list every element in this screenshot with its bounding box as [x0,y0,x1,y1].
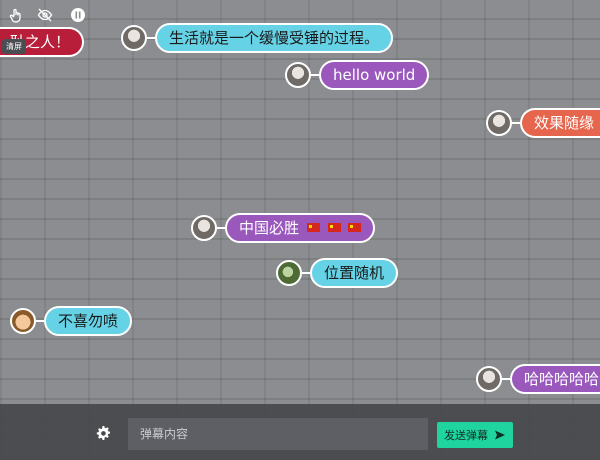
connector [217,227,225,229]
danmaku-bubble: 哈哈哈哈哈 [510,364,600,394]
danmaku-text: 哈哈哈哈哈 [524,370,600,388]
danmaku-item: 中国必胜 [191,213,376,243]
gear-icon[interactable] [95,425,111,441]
connector [512,122,520,124]
danmaku-text: 中国必胜 [239,219,300,237]
clear-screen-tooltip: 清屏 [2,39,26,54]
avatar [476,366,502,392]
danmaku-text: 位置随机 [324,264,385,282]
send-arrow-icon [495,430,505,440]
danmaku-text: hello world [333,66,416,84]
connector [36,320,44,322]
danmaku-input-bar: 发送弹幕 [0,404,600,460]
send-danmaku-button[interactable]: 发送弹幕 [437,422,513,448]
cn-flag-icon [306,223,320,232]
danmaku-bubble: 位置随机 [310,258,399,288]
connector [311,74,319,76]
danmaku-input[interactable] [128,418,428,450]
danmaku-item: 哈哈哈哈哈 [476,364,600,394]
connector [302,272,310,274]
pause-icon[interactable] [70,7,86,23]
avatar [276,260,302,286]
avatar [121,25,147,51]
danmaku-stage: 清屏 耻之人！ 生活就是一个缓慢受锤的过程。 hello world 效果随缘 [0,0,600,404]
avatar [10,308,36,334]
danmaku-bubble: 不喜勿喷 [44,306,133,336]
danmaku-text: 效果随缘 [534,114,595,132]
avatar [285,62,311,88]
avatar [191,215,217,241]
hand-pointer-icon[interactable] [8,7,24,23]
danmaku-text: 不喜勿喷 [58,312,119,330]
danmaku-item: 不喜勿喷 [10,306,133,336]
cn-flag-icon [327,223,341,232]
danmaku-bubble: hello world [319,60,430,90]
avatar [486,110,512,136]
danmaku-text: 生活就是一个缓慢受锤的过程。 [169,29,380,47]
cn-flag-icon [348,223,362,232]
connector [147,37,155,39]
send-label: 发送弹幕 [444,429,488,442]
danmaku-bubble: 生活就是一个缓慢受锤的过程。 [155,23,394,53]
danmaku-bubble: 效果随缘 [520,108,600,138]
danmaku-item: 位置随机 [276,258,399,288]
connector [502,378,510,380]
danmaku-item: 生活就是一个缓慢受锤的过程。 [121,23,394,53]
eye-off-icon[interactable] [37,7,53,23]
danmaku-item: hello world [285,60,430,90]
danmaku-bubble: 中国必胜 [225,213,376,243]
danmaku-item: 效果随缘 [486,108,600,138]
